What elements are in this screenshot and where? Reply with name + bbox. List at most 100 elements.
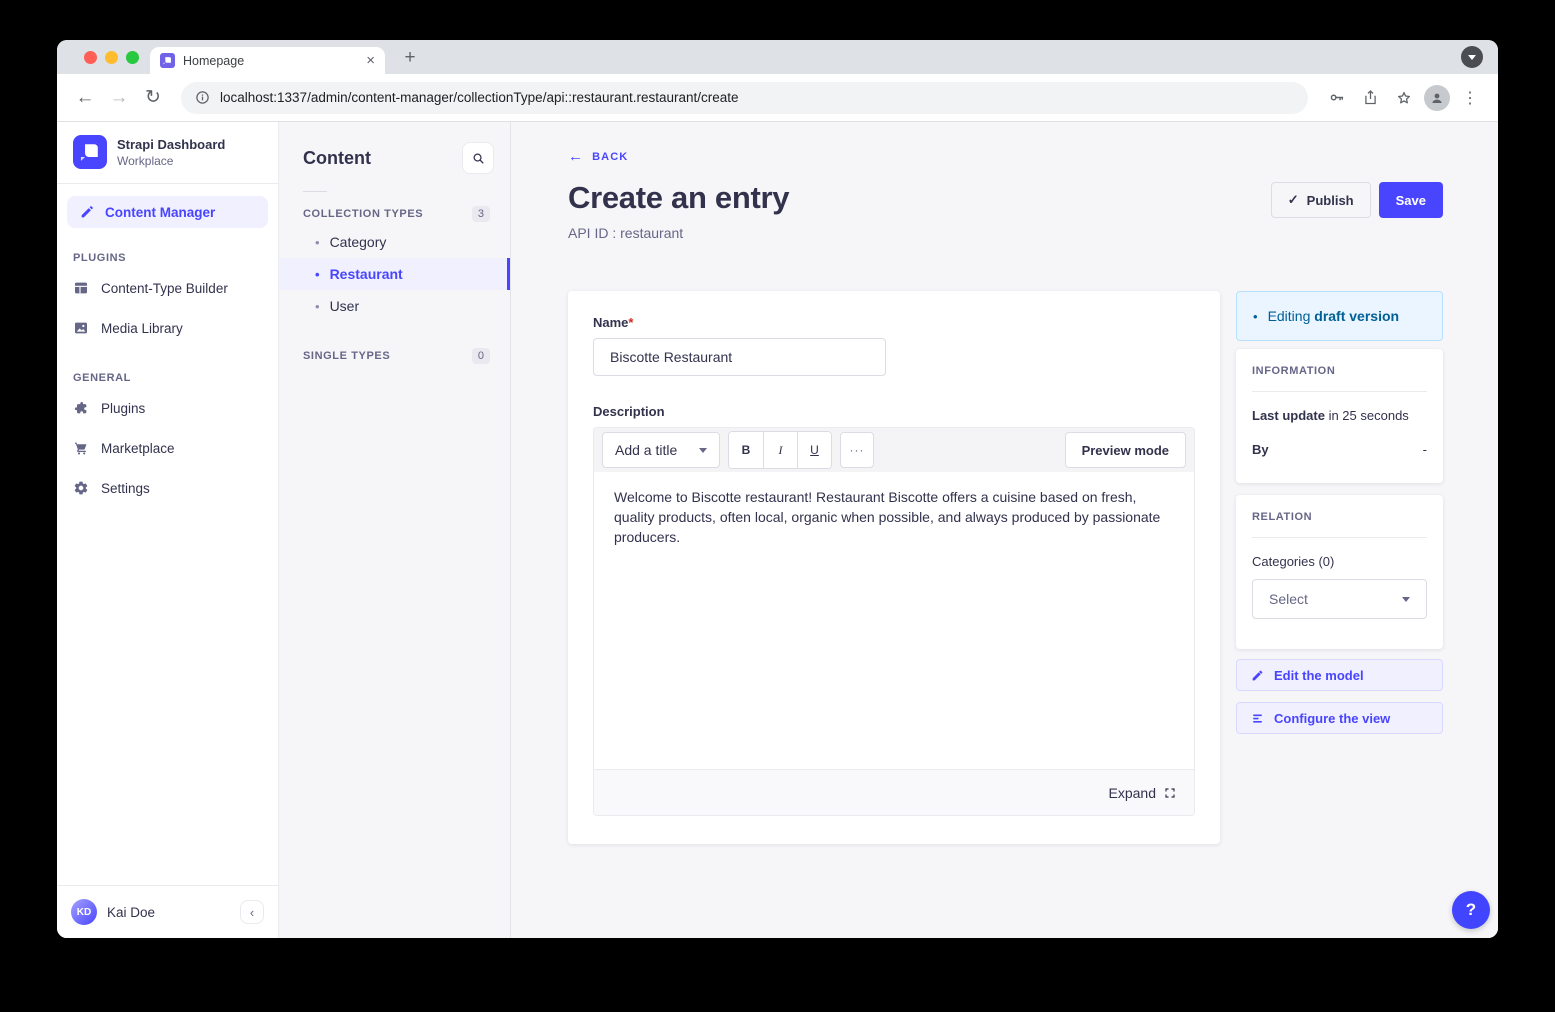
editor-footer: Expand [594,769,1194,815]
sidebar-item-label: Plugins [101,401,145,416]
relation-header: RELATION [1252,511,1427,523]
entry-aside: • Editing draft version INFORMATION Last… [1236,291,1443,734]
tab-close-icon[interactable]: × [366,53,375,68]
strapi-favicon-icon [160,53,175,68]
collection-type-category[interactable]: • Category [279,226,510,258]
expand-label: Expand [1109,785,1156,801]
collection-type-user[interactable]: • User [279,290,510,322]
collection-types-count: 3 [472,206,490,222]
collapse-sidebar-button[interactable]: ‹ [240,900,264,924]
gear-icon [73,480,89,496]
italic-button[interactable]: I [763,432,797,468]
configure-view-label: Configure the view [1274,711,1390,726]
subnav-title: Content [303,148,371,169]
sidebar-divider [57,183,278,184]
password-key-icon[interactable] [1322,84,1350,112]
configure-view-button[interactable]: Configure the view [1236,702,1443,734]
media-image-icon [73,320,89,336]
browser-update-icon[interactable] [1461,46,1483,68]
browser-tab[interactable]: Homepage × [150,47,385,74]
close-window-button[interactable] [84,51,97,64]
sidebar-item-settings[interactable]: Settings [57,468,278,508]
browser-window: Homepage × + ← → ↻ localhost:1337/admin/… [57,40,1498,938]
back-arrow-icon: ← [568,148,584,165]
cart-icon [73,440,89,456]
search-button[interactable] [462,142,494,174]
draft-status-bold: draft version [1314,308,1399,324]
save-label: Save [1396,193,1426,208]
chevron-down-icon [699,448,707,453]
sidebar-item-marketplace[interactable]: Marketplace [57,428,278,468]
api-id-subtitle: API ID : restaurant [568,225,1443,241]
main-content: ← BACK Create an entry ✓ Publish Save AP… [511,122,1498,938]
by-label: By [1252,442,1269,457]
name-input[interactable] [593,338,886,376]
bullet-icon: • [315,299,320,314]
browser-reload-icon[interactable]: ↻ [139,84,167,112]
description-editor-content[interactable]: Welcome to Biscotte restaurant! Restaura… [594,472,1194,769]
sidebar-item-media-library[interactable]: Media Library [57,308,278,348]
sidebar-item-content-type-builder[interactable]: Content-Type Builder [57,268,278,308]
back-label: BACK [592,151,628,163]
back-link[interactable]: ← BACK [568,148,628,165]
edit-model-label: Edit the model [1274,668,1364,683]
title-style-select[interactable]: Add a title [602,432,720,468]
bold-button[interactable]: B [729,432,763,468]
url-text: localhost:1337/admin/content-manager/col… [220,90,739,105]
publish-button[interactable]: ✓ Publish [1271,182,1371,218]
sidebar-item-plugins[interactable]: Plugins [57,388,278,428]
share-icon[interactable] [1356,84,1384,112]
bullet-icon: • [315,267,320,282]
bullet-icon: • [315,235,320,250]
minimize-window-button[interactable] [105,51,118,64]
workspace-brand[interactable]: Strapi Dashboard Workplace [57,122,278,183]
collection-type-label: Category [330,234,387,250]
site-info-icon[interactable] [195,90,210,105]
bookmark-star-icon[interactable] [1390,84,1418,112]
layout-icon [73,280,89,296]
help-button[interactable]: ? [1452,891,1490,929]
user-name: Kai Doe [107,905,230,920]
subnav-divider [303,191,327,192]
sidebar-footer: KD Kai Doe ‹ [57,885,278,938]
last-update-text: Last update in 25 seconds [1252,408,1409,423]
zoom-window-button[interactable] [126,51,139,64]
new-tab-button[interactable]: + [397,45,423,71]
tab-title: Homepage [183,54,358,68]
name-field-label: Name* [593,315,1195,330]
required-asterisk: * [628,315,633,330]
preview-mode-button[interactable]: Preview mode [1065,432,1186,468]
relation-card: RELATION Categories (0) Select [1236,495,1443,649]
address-bar[interactable]: localhost:1337/admin/content-manager/col… [181,82,1308,114]
sidebar-item-label: Settings [101,481,150,496]
entry-form-card: Name* Description Add a title B I [568,291,1220,844]
categories-select[interactable]: Select [1252,579,1427,619]
more-formats-button[interactable]: ··· [840,432,874,468]
browser-menu-icon[interactable]: ⋮ [1456,84,1484,112]
information-header: INFORMATION [1252,365,1427,377]
sidebar-item-label: Marketplace [101,441,175,456]
page-title: Create an entry [568,180,789,216]
collection-types-header: COLLECTION TYPES [303,208,423,220]
layout-lines-icon [1251,712,1264,725]
underline-button[interactable]: U [797,432,831,468]
browser-profile-icon[interactable] [1424,85,1450,111]
save-button[interactable]: Save [1379,182,1443,218]
collection-type-restaurant[interactable]: • Restaurant [279,258,510,290]
browser-back-icon[interactable]: ← [71,84,99,112]
feather-pen-icon [79,204,95,220]
sidebar-section-plugins: PLUGINS [73,252,262,264]
strapi-logo-icon [73,135,107,169]
user-avatar[interactable]: KD [71,899,97,925]
categories-select-value: Select [1269,591,1308,607]
edit-model-button[interactable]: Edit the model [1236,659,1443,691]
main-sidebar: Strapi Dashboard Workplace Content Manag… [57,122,279,938]
search-icon [471,151,486,166]
by-row: By - [1252,442,1427,457]
categories-label: Categories (0) [1252,554,1427,569]
browser-forward-icon[interactable]: → [105,84,133,112]
expand-button[interactable]: Expand [1109,785,1176,801]
expand-icon [1164,787,1176,799]
puzzle-icon [73,400,89,416]
sidebar-item-content-manager[interactable]: Content Manager [67,196,268,228]
